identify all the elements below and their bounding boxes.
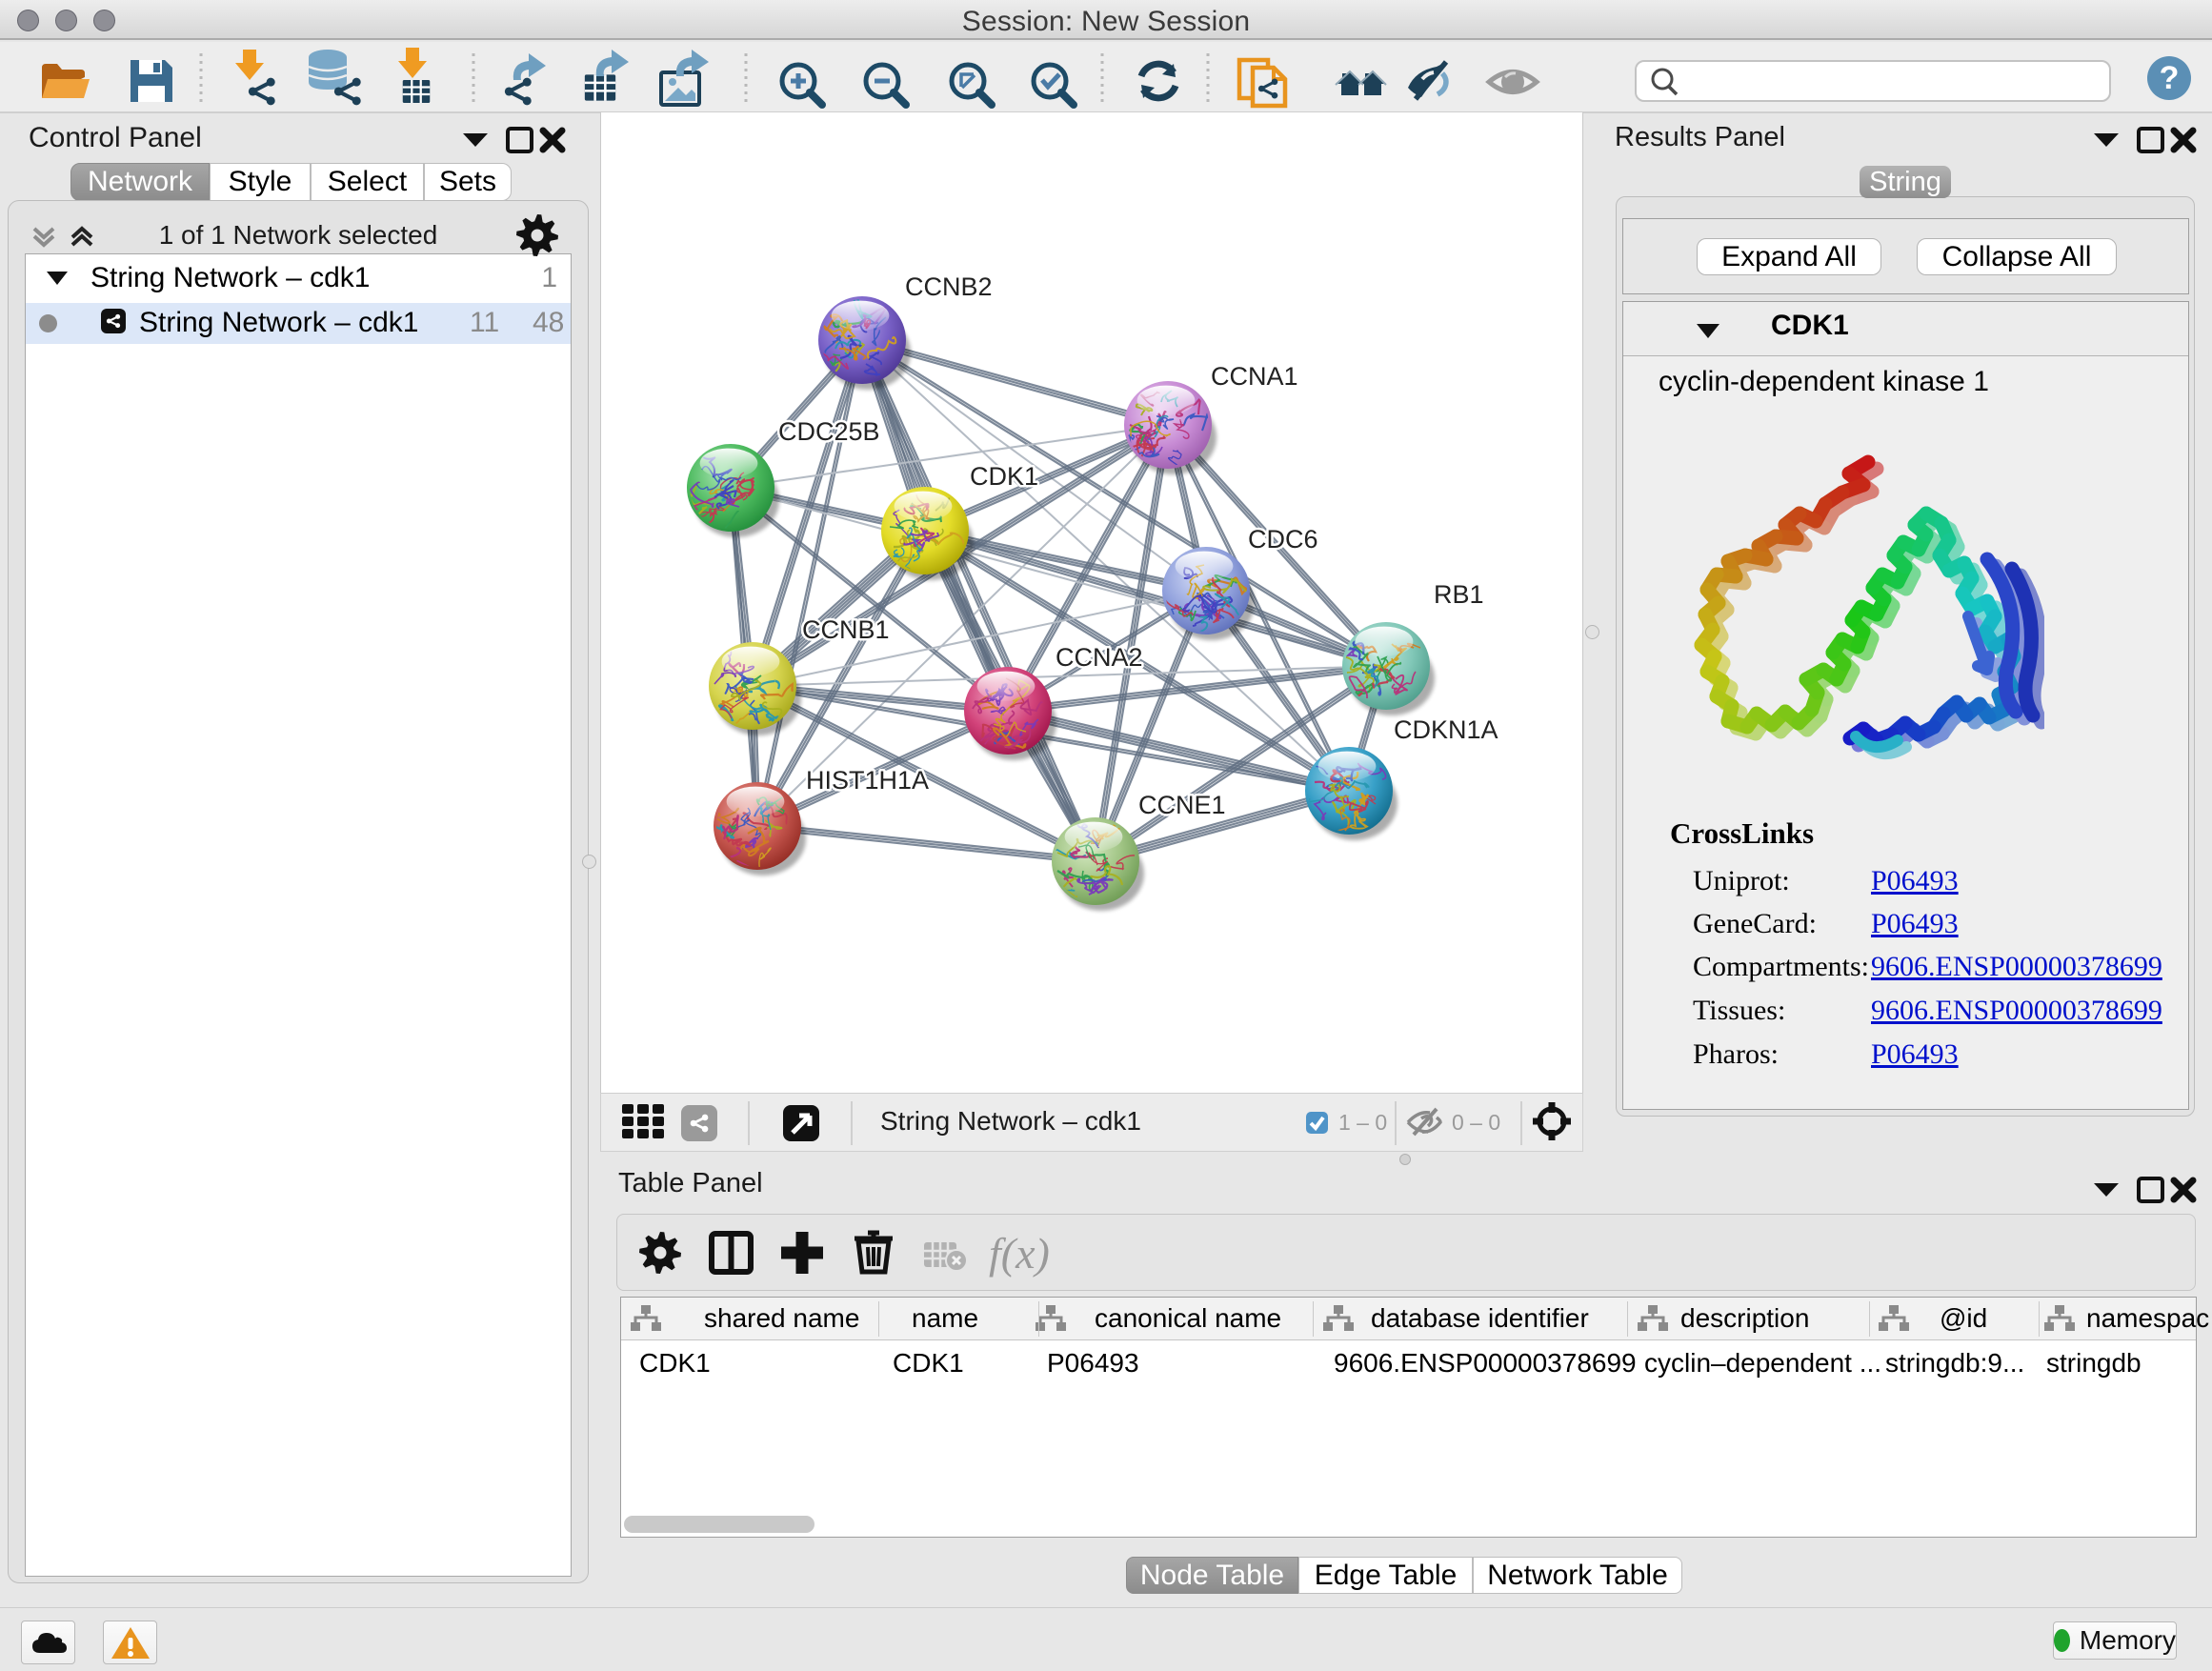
svg-text:0 – 0: 0 – 0 [1452,1110,1500,1135]
svg-text:CCNE1: CCNE1 [1138,791,1226,819]
svg-text:CCNA1: CCNA1 [1211,362,1298,391]
svg-text:CDC25B: CDC25B [778,417,880,446]
svg-text:1 – 0: 1 – 0 [1338,1110,1387,1135]
svg-text:HIST1H1A: HIST1H1A [806,766,929,795]
svg-text:CDK1: CDK1 [970,462,1038,491]
svg-text:CDKN1A: CDKN1A [1394,715,1498,744]
svg-text:CCNB1: CCNB1 [802,615,890,644]
svg-text:f(x): f(x) [989,1229,1050,1278]
svg-text:CDC6: CDC6 [1248,525,1318,554]
svg-text:CCNA2: CCNA2 [1056,643,1143,672]
svg-text:RB1: RB1 [1434,580,1484,609]
svg-text:?: ? [2160,60,2180,96]
svg-text:CCNB2: CCNB2 [905,272,993,301]
